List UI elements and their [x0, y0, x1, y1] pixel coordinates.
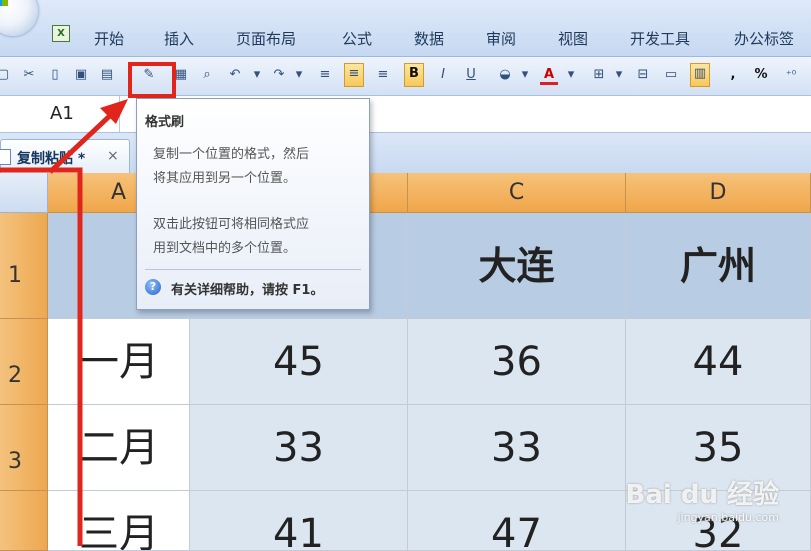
document-tab-bar: 复制粘贴 * ×: [0, 133, 811, 174]
watermark: Bai du 经验 jingyan.baidu.com: [626, 474, 780, 524]
table-cell[interactable]: 36: [408, 319, 626, 405]
fill-color-dropdown-icon[interactable]: ▾: [516, 65, 534, 85]
table-cell[interactable]: 一月: [48, 319, 190, 405]
borders-icon[interactable]: ⊞: [590, 65, 608, 85]
table-cell[interactable]: 二月: [48, 405, 190, 491]
bold-button[interactable]: B: [404, 63, 424, 87]
ribbon-menu-bar: X 开始 插入 页面布局 公式 数据 审阅 视图 开发工具 办公标签: [0, 0, 811, 57]
row-header-2[interactable]: 2: [0, 319, 48, 405]
table-cell[interactable]: 33: [408, 405, 626, 491]
underline-button[interactable]: U: [462, 65, 480, 85]
document-tab[interactable]: 复制粘贴 * ×: [0, 139, 130, 174]
row-header-3[interactable]: 3: [0, 405, 48, 491]
wrap-text-icon[interactable]: ▭: [662, 65, 680, 85]
cut-icon[interactable]: ✂: [20, 65, 38, 85]
align-left-icon[interactable]: ≡: [316, 65, 334, 85]
font-color-dropdown-icon[interactable]: ▾: [562, 65, 580, 85]
table-cell[interactable]: 33: [190, 405, 408, 491]
redo-icon[interactable]: ↷: [270, 65, 288, 85]
font-color-icon[interactable]: A: [540, 65, 558, 85]
watermark-url: jingyan.baidu.com: [677, 511, 779, 524]
print-icon[interactable]: ▤: [98, 65, 116, 85]
document-tab-label: 复制粘贴 *: [17, 151, 86, 167]
row-header-4[interactable]: [0, 491, 48, 551]
open-icon[interactable]: ▢: [0, 65, 12, 85]
new-document-icon[interactable]: ▯: [46, 65, 64, 85]
table-cell[interactable]: 44: [626, 319, 811, 405]
watermark-logo: Bai du 经验: [625, 480, 780, 510]
tab-page-layout[interactable]: 页面布局: [236, 28, 296, 49]
table-cell[interactable]: 41: [190, 491, 408, 551]
tooltip-help-text: 有关详细帮助，请按 F1。: [171, 283, 324, 298]
undo-icon[interactable]: ↶: [226, 65, 244, 85]
quick-toolbar: ▢ ✂ ▯ ▣ ▤ ✎ ▦ ⌕ ↶ ▾ ↷ ▾ ≡ ≡ ≡ B I U ◒ ▾ …: [0, 57, 811, 96]
increase-decimal-icon[interactable]: ⁺⁰: [782, 65, 800, 85]
tooltip-description-line: 复制一个位置的格式，然后: [153, 147, 310, 162]
help-icon: ?: [145, 279, 161, 295]
undo-dropdown-icon[interactable]: ▾: [248, 65, 266, 85]
tab-data[interactable]: 数据: [414, 28, 444, 49]
table-cell[interactable]: 45: [190, 319, 408, 405]
tab-formulas[interactable]: 公式: [342, 28, 372, 49]
comma-style-button[interactable]: ,: [724, 65, 742, 85]
tab-developer[interactable]: 开发工具: [630, 28, 690, 49]
table-cell[interactable]: 三月: [48, 491, 190, 551]
merge-cells-icon[interactable]: ⊟: [634, 65, 652, 85]
column-header-d[interactable]: D: [626, 173, 811, 213]
select-all-corner[interactable]: [0, 173, 48, 213]
tooltip-divider: [145, 269, 361, 270]
redo-dropdown-icon[interactable]: ▾: [290, 65, 308, 85]
format-painter-highlight-box: [128, 62, 176, 98]
format-painter-tooltip: 格式刷 复制一个位置的格式，然后 将其应用到另一个位置。 双击此按钮可将相同格式…: [136, 98, 370, 310]
tooltip-title: 格式刷: [145, 115, 185, 130]
align-center-icon[interactable]: ≡: [344, 63, 364, 87]
format-icon[interactable]: ▥: [690, 63, 710, 87]
percent-style-button[interactable]: %: [752, 65, 770, 85]
office-logo-icon: [0, 0, 8, 6]
tab-view[interactable]: 视图: [558, 28, 588, 49]
tooltip-description-line: 将其应用到另一个位置。: [153, 171, 297, 186]
table-cell[interactable]: 广州: [626, 213, 811, 319]
document-icon: [0, 149, 11, 165]
name-box[interactable]: A1: [0, 96, 120, 132]
close-icon[interactable]: ×: [107, 148, 119, 164]
italic-button[interactable]: I: [434, 65, 452, 85]
print-preview-icon[interactable]: ⌕: [198, 65, 216, 85]
column-header-c[interactable]: C: [408, 173, 626, 213]
borders-dropdown-icon[interactable]: ▾: [610, 65, 628, 85]
row-header-1[interactable]: 1: [0, 213, 48, 319]
align-right-icon[interactable]: ≡: [374, 65, 392, 85]
office-button[interactable]: [0, 0, 38, 36]
formula-bar: A1: [0, 96, 811, 133]
save-icon[interactable]: ▣: [72, 65, 90, 85]
tooltip-description-line: 双击此按钮可将相同格式应: [153, 217, 310, 232]
table-cell[interactable]: 47: [408, 491, 626, 551]
table-cell[interactable]: 大连: [408, 213, 626, 319]
tooltip-description-line: 用到文档中的多个位置。: [153, 241, 297, 256]
tab-insert[interactable]: 插入: [164, 28, 194, 49]
tab-home[interactable]: 开始: [94, 28, 124, 49]
tab-review[interactable]: 审阅: [486, 28, 516, 49]
excel-app-icon: X: [52, 25, 70, 42]
tab-office-tab[interactable]: 办公标签: [734, 28, 794, 49]
fill-color-icon[interactable]: ◒: [496, 65, 514, 85]
